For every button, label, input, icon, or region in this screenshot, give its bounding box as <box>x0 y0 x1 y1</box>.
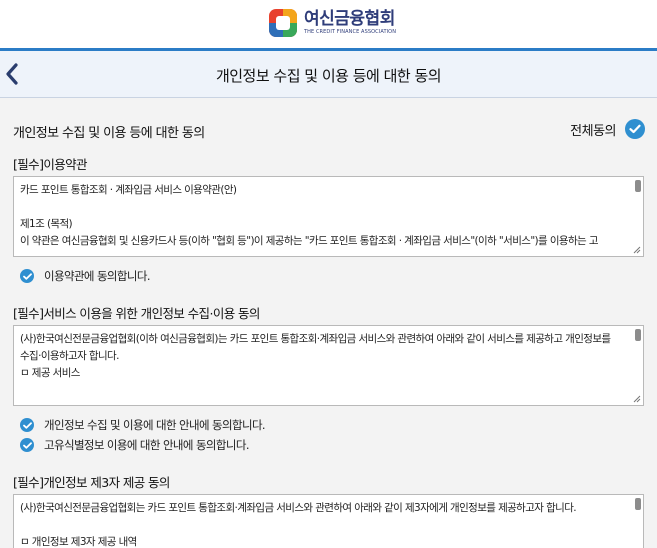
thirdparty-textarea[interactable]: (사)한국여신전문금융업협회는 카드 포인트 통합조회·계좌입금 서비스와 관련… <box>13 494 644 548</box>
check-circle-icon <box>625 119 645 139</box>
resize-grip-icon[interactable] <box>633 395 641 403</box>
privacy-agree-checkbox[interactable]: 개인정보 수집 및 이용에 대한 안내에 동의합니다. <box>20 417 266 433</box>
terms-scrollbar[interactable] <box>635 180 641 192</box>
brand-subtitle: THE CREDIT FINANCE ASSOCIATION <box>304 29 397 35</box>
page-header: 개인정보 수집 및 이용 등에 대한 동의 <box>0 51 657 98</box>
thirdparty-title: [필수]개인정보 제3자 제공 동의 <box>13 475 170 490</box>
terms-agree-label: 이용약관에 동의합니다. <box>44 269 151 283</box>
check-circle-icon <box>20 418 34 432</box>
check-circle-icon <box>20 269 34 283</box>
terms-content: 카드 포인트 통합조회 · 계좌입금 서비스 이용약관(안) 제1조 (목적) … <box>20 184 598 247</box>
resize-grip-icon[interactable] <box>633 246 641 254</box>
section-title: 개인정보 수집 및 이용 등에 대한 동의 <box>13 126 205 141</box>
terms-textarea[interactable]: 카드 포인트 통합조회 · 계좌입금 서비스 이용약관(안) 제1조 (목적) … <box>13 176 644 257</box>
privacy-title: [필수]서비스 이용을 위한 개인정보 수집·이용 동의 <box>13 306 260 321</box>
privacy-scrollbar[interactable] <box>635 329 641 341</box>
terms-agree-checkbox[interactable]: 이용약관에 동의합니다. <box>20 268 151 284</box>
logo-bar: 여신금융협회 THE CREDIT FINANCE ASSOCIATION <box>0 0 657 48</box>
privacy-agree-label: 개인정보 수집 및 이용에 대한 안내에 동의합니다. <box>44 418 266 432</box>
page-title: 개인정보 수집 및 이용 등에 대한 동의 <box>215 67 442 85</box>
privacy-textarea[interactable]: (사)한국여신전문금융업협회(이하 여신금융협회)는 카드 포인트 통합조회·계… <box>13 325 644 406</box>
brand-text: 여신금융협회 THE CREDIT FINANCE ASSOCIATION <box>304 10 396 36</box>
thirdparty-content: (사)한국여신전문금융업협회는 카드 포인트 통합조회·계좌입금 서비스와 관련… <box>20 502 577 548</box>
privacy-content: (사)한국여신전문금융업협회(이하 여신금융협회)는 카드 포인트 통합조회·계… <box>20 333 611 379</box>
agree-all-checkbox[interactable]: 전체동의 <box>570 119 645 139</box>
unique-id-agree-label: 고유식별정보 이용에 대한 안내에 동의합니다. <box>44 438 250 452</box>
brand-logo-icon <box>268 8 298 38</box>
thirdparty-scrollbar[interactable] <box>635 498 641 510</box>
check-circle-icon <box>20 438 34 452</box>
terms-title: [필수]이용약관 <box>13 157 88 172</box>
brand-name: 여신금융협회 <box>304 9 395 29</box>
unique-id-agree-checkbox[interactable]: 고유식별정보 이용에 대한 안내에 동의합니다. <box>20 437 250 453</box>
brand-logo[interactable]: 여신금융협회 THE CREDIT FINANCE ASSOCIATION <box>268 8 396 38</box>
agree-all-label: 전체동의 <box>570 123 616 139</box>
